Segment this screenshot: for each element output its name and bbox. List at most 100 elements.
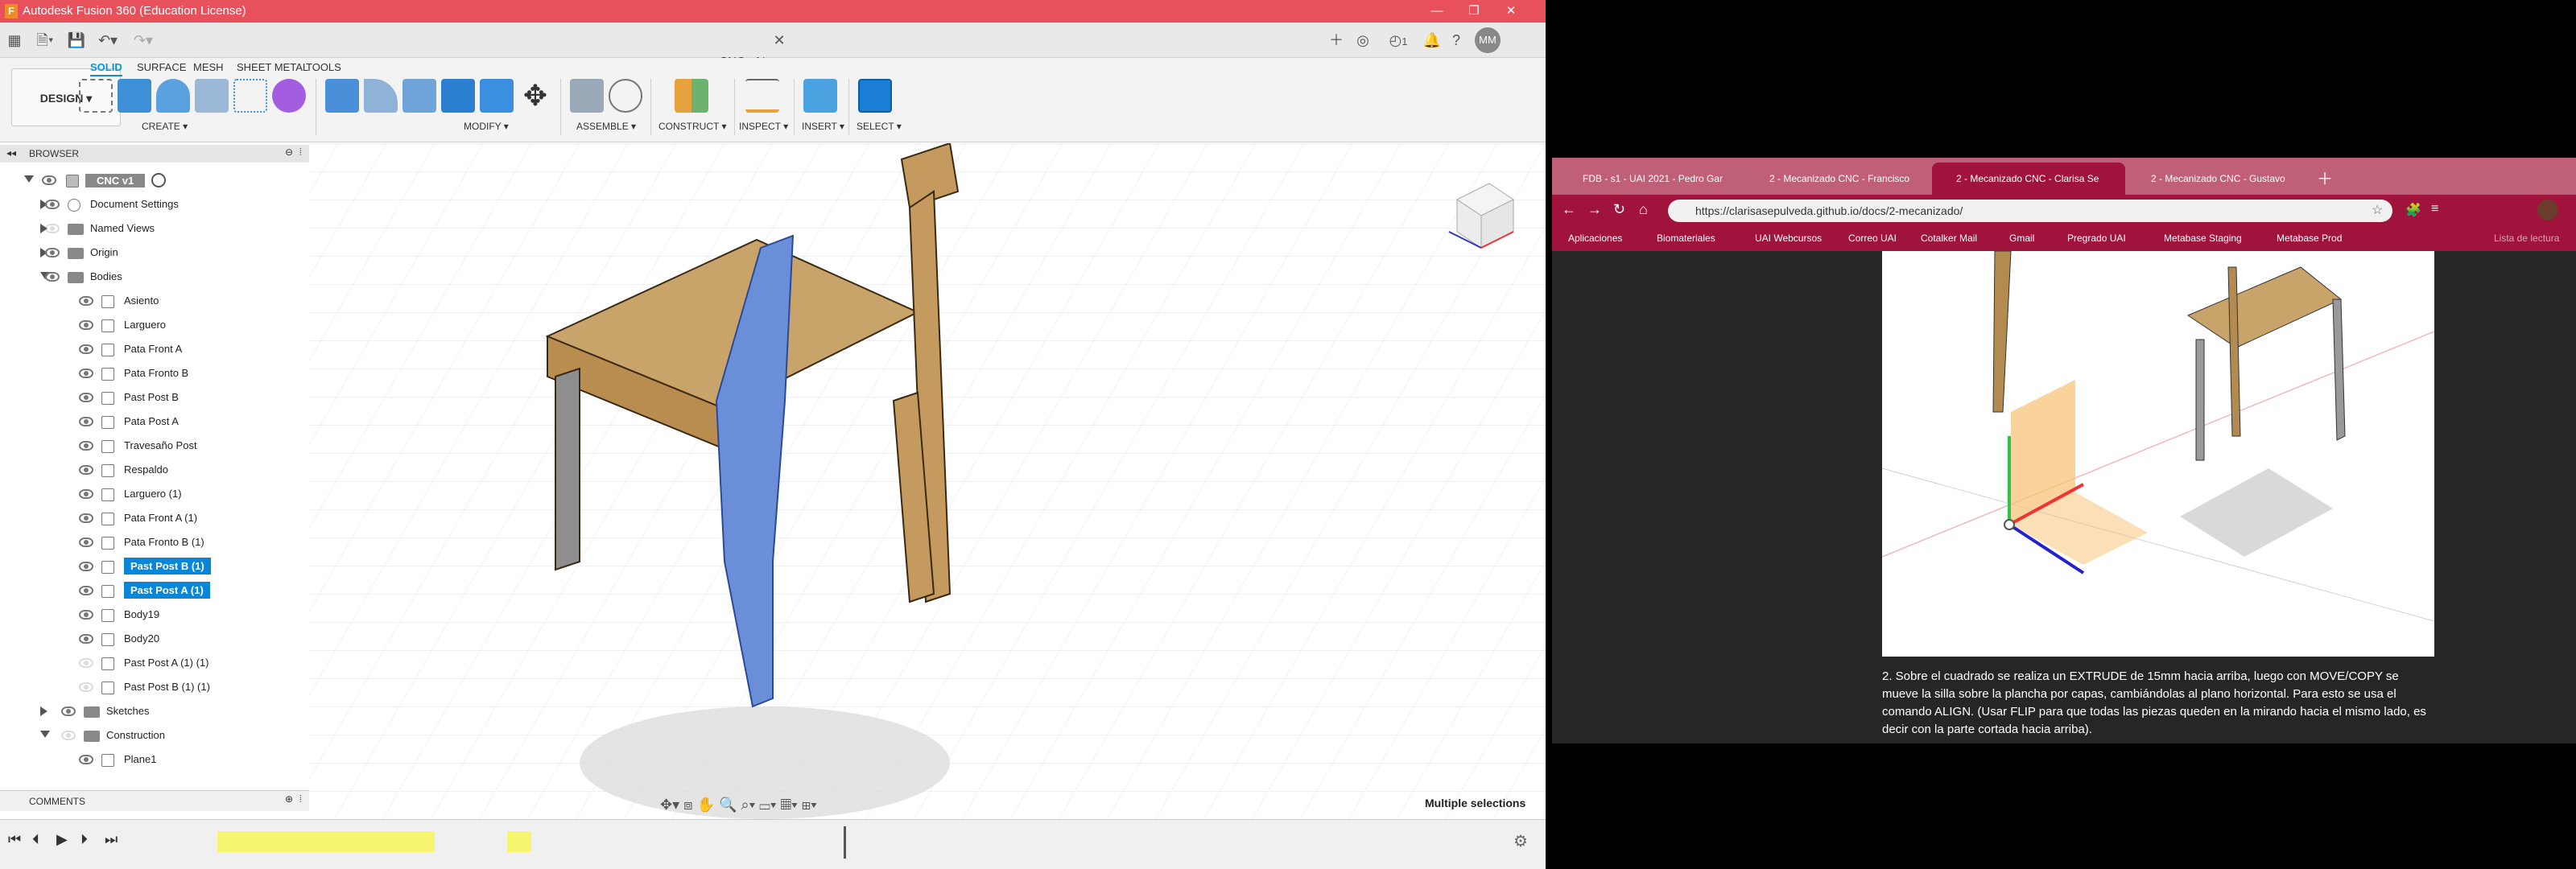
reading-list-label[interactable]: Lista de lectura [2494, 233, 2559, 244]
pan-icon[interactable]: ✋ [697, 797, 715, 813]
home-icon[interactable]: ⌂ [1639, 201, 1648, 218]
visibility-icon[interactable] [79, 537, 93, 547]
visibility-icon[interactable] [79, 634, 93, 644]
revolve-icon[interactable] [156, 79, 190, 113]
file-menu-icon[interactable]: 🗎▾ [29, 31, 61, 50]
visibility-icon[interactable] [79, 610, 93, 620]
body-item[interactable]: Past Post B (1) (1) [0, 676, 309, 700]
profile-avatar[interactable] [2537, 200, 2558, 220]
tab-surface[interactable]: SURFACE [137, 61, 186, 73]
job-status-icon[interactable]: ◴1 [1380, 31, 1417, 50]
visibility-icon[interactable] [79, 465, 93, 475]
visibility-icon[interactable] [61, 731, 76, 740]
bookmark-gmail[interactable]: Gmail [2009, 233, 2034, 244]
visibility-icon[interactable] [45, 200, 60, 209]
activate-radio-icon[interactable] [151, 173, 166, 187]
extensions-icon[interactable]: ◎ [1352, 31, 1373, 50]
front-leg-gray[interactable] [555, 367, 580, 571]
tree-item-sketches[interactable]: Sketches [0, 700, 309, 724]
comments-panel[interactable]: COMMENTS ⊕ ⦙ [0, 790, 309, 811]
tab-tools[interactable]: TOOLS [306, 61, 341, 73]
collapse-browser-icon[interactable]: ◂◂ [6, 147, 16, 159]
new-component-icon[interactable] [570, 79, 604, 113]
new-tab-icon[interactable]: ＋ [1327, 31, 1346, 50]
pin-comments-icon[interactable]: ⦙ [299, 793, 302, 805]
pattern-icon[interactable] [233, 79, 267, 113]
body-item[interactable]: Body19 [0, 603, 309, 628]
bookmark-pregrado[interactable]: Pregrado UAI [2067, 233, 2126, 244]
body-item[interactable]: Body20 [0, 628, 309, 652]
select-icon[interactable] [858, 79, 892, 113]
move-copy-icon[interactable]: ✥ [518, 79, 552, 113]
timeline-first-icon[interactable]: ⏮ [8, 831, 21, 848]
reload-icon[interactable]: ↻ [1613, 201, 1625, 218]
insert-group-label[interactable]: INSERT ▾ [802, 121, 844, 132]
hole-icon[interactable] [195, 79, 229, 113]
construct-group-label[interactable]: CONSTRUCT ▾ [658, 121, 726, 132]
help-icon[interactable]: ? [1446, 31, 1467, 50]
tree-item-named-views[interactable]: Named Views [0, 217, 309, 241]
body-item[interactable]: Past Post A (1) [0, 579, 309, 603]
redo-icon[interactable]: ↷▾ [127, 31, 159, 50]
combine-icon[interactable] [480, 79, 514, 113]
visibility-icon[interactable] [79, 658, 93, 668]
back-icon[interactable]: ← [1562, 201, 1576, 218]
chrome-tab-2[interactable]: 2 - Mecanizado CNC - Francisco [1745, 163, 1930, 195]
tree-item-origin[interactable]: Origin [0, 241, 309, 266]
timeline-next-icon[interactable]: ⏵ [80, 831, 88, 848]
visibility-icon[interactable] [79, 513, 93, 523]
forward-icon[interactable]: → [1587, 201, 1602, 218]
save-icon[interactable]: 💾 [66, 31, 87, 50]
bookmark-star-icon[interactable]: ☆ [2372, 202, 2383, 218]
bookmark-cotalker[interactable]: Cotalker Mail [1921, 233, 1977, 244]
visibility-icon[interactable] [79, 489, 93, 499]
timeline-settings-icon[interactable]: ⚙ [1513, 831, 1528, 851]
collapse-icon[interactable] [24, 175, 34, 183]
visibility-icon[interactable] [61, 706, 76, 716]
tree-root-row[interactable]: CNC v1 [0, 169, 309, 193]
viewports-icon[interactable]: ⊞▾ [802, 797, 817, 813]
app-grid-icon[interactable]: ▦ [5, 31, 24, 50]
timeline-last-icon[interactable]: ⏭ [105, 831, 118, 848]
create-sketch-icon[interactable] [79, 79, 113, 113]
fillet-icon[interactable] [364, 79, 398, 113]
body-item[interactable]: Travesaño Post [0, 434, 309, 459]
timeline-play-icon[interactable]: ▶ [56, 831, 68, 848]
timeline-highlighted-feature[interactable] [507, 831, 531, 852]
bookmark-webcursos[interactable]: UAI Webcursos [1755, 233, 1822, 244]
body-item[interactable]: Larguero [0, 314, 309, 338]
expand-icon[interactable] [40, 706, 47, 716]
minimize-button[interactable]: — [1418, 0, 1455, 23]
browser-options-icon[interactable]: ⊖ [285, 146, 293, 158]
body-item[interactable]: Past Post B (1) [0, 555, 309, 579]
bookmark-correo[interactable]: Correo UAI [1848, 233, 1897, 244]
display-settings-icon[interactable]: ▭▾ [759, 797, 776, 813]
visibility-icon[interactable] [79, 755, 93, 764]
visibility-icon[interactable] [79, 393, 93, 402]
body-item[interactable]: Past Post A (1) (1) [0, 652, 309, 676]
new-tab-button[interactable]: ＋ [2317, 166, 2334, 188]
add-comment-icon[interactable]: ⊕ [285, 793, 293, 805]
tab-sheet-metal[interactable]: SHEET METAL [237, 61, 308, 73]
look-at-icon[interactable]: ⧈ [683, 797, 692, 813]
shell-icon[interactable] [441, 79, 475, 113]
fit-icon[interactable]: ⌕▾ [741, 797, 755, 813]
create-form-icon[interactable] [272, 79, 306, 113]
visibility-icon[interactable] [79, 562, 93, 571]
select-group-label[interactable]: SELECT ▾ [857, 121, 902, 132]
bookmark-metabase-prod[interactable]: Metabase Prod [2277, 233, 2342, 244]
grid-settings-icon[interactable]: ▦▾ [780, 797, 797, 813]
timeline-prev-icon[interactable]: ⏴ [32, 831, 39, 848]
joint-icon[interactable] [609, 79, 642, 113]
visibility-icon[interactable] [79, 296, 93, 306]
timeline-marker[interactable] [844, 826, 846, 859]
tree-item-document-settings[interactable]: Document Settings [0, 193, 309, 217]
close-button[interactable]: ✕ [1492, 0, 1530, 23]
tree-item-bodies[interactable]: Bodies [0, 266, 309, 290]
create-group-label[interactable]: CREATE ▾ [142, 121, 188, 132]
undo-icon[interactable]: ↶▾ [92, 31, 124, 50]
visibility-icon[interactable] [79, 369, 93, 378]
tree-item-plane1[interactable]: Plane1 [0, 748, 309, 772]
orbit-icon[interactable]: ✥▾ [660, 797, 679, 813]
insert-image-icon[interactable] [803, 79, 837, 113]
